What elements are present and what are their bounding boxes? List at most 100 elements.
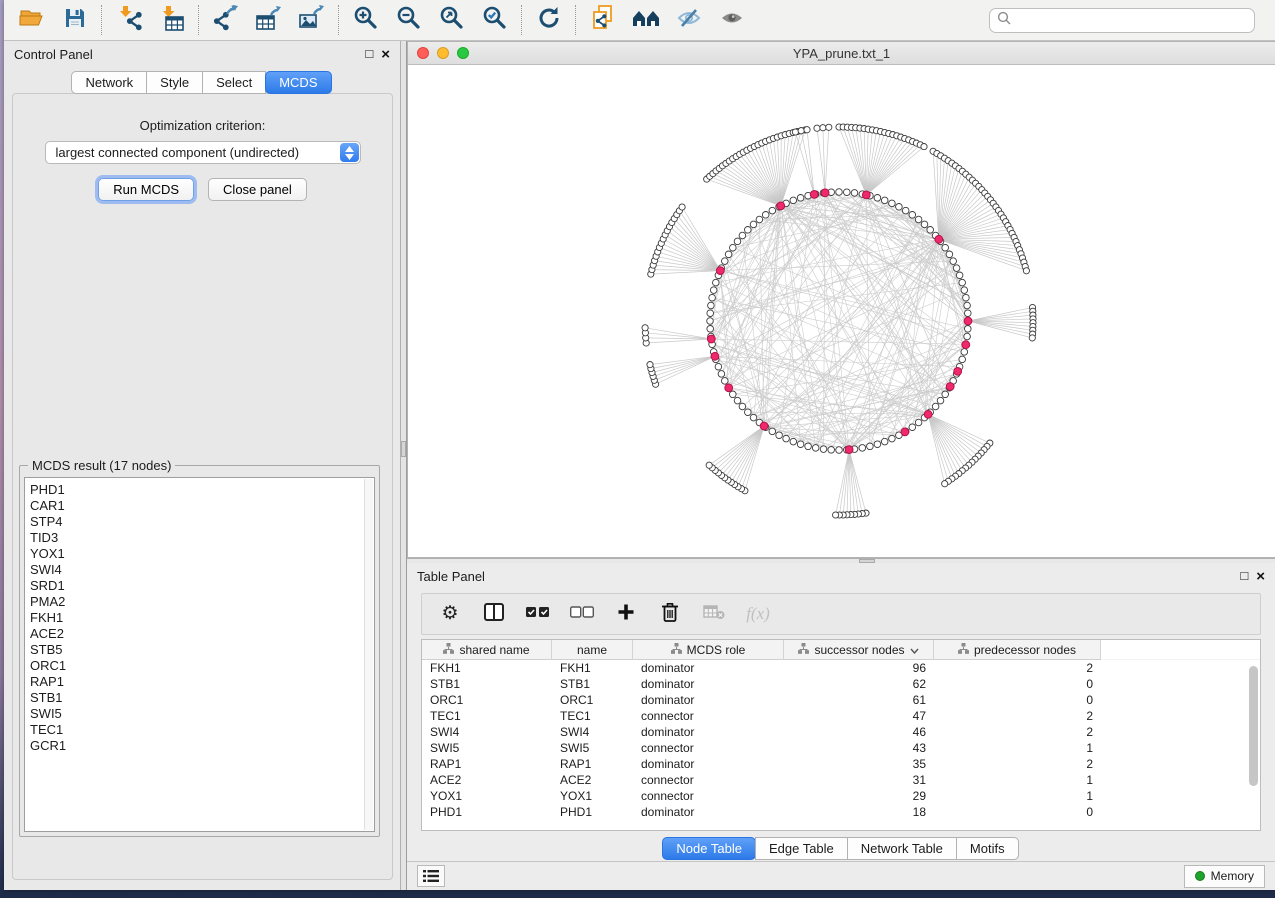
clone-network-button[interactable] (581, 3, 624, 37)
mcds-result-item[interactable]: YOX1 (30, 546, 374, 562)
mcds-result-item[interactable]: ACE2 (30, 626, 374, 642)
export-network-icon (212, 5, 239, 36)
network-graph[interactable] (408, 65, 1275, 559)
table-row[interactable]: RAP1RAP1dominator352 (422, 756, 1260, 772)
mcds-result-item[interactable]: CAR1 (30, 498, 374, 514)
table-scrollbar[interactable] (1249, 666, 1258, 786)
table-cell: 0 (934, 693, 1101, 707)
export-table-button[interactable] (247, 3, 290, 37)
tab-edge-table[interactable]: Edge Table (755, 837, 848, 860)
import-network-button[interactable] (107, 3, 150, 37)
table-cell: YOX1 (422, 789, 552, 803)
close-panel-button[interactable]: Close panel (208, 178, 307, 201)
delete-column-button[interactable] (658, 602, 682, 626)
first-neighbors-button[interactable] (624, 3, 667, 37)
clear-selection-button[interactable] (570, 602, 594, 626)
table-row[interactable]: STB1STB1dominator620 (422, 676, 1260, 692)
attribute-settings-button[interactable]: ⚙ (438, 602, 462, 626)
mcds-result-item[interactable]: PMA2 (30, 594, 374, 610)
table-body: FKH1FKH1dominator962STB1STB1dominator620… (422, 660, 1260, 820)
table-row[interactable]: TEC1TEC1connector472 (422, 708, 1260, 724)
table-row[interactable]: SWI4SWI4dominator462 (422, 724, 1260, 740)
float-panel-icon[interactable]: □ (365, 47, 373, 62)
show-all-button[interactable] (710, 3, 753, 37)
horizontal-splitter[interactable] (407, 558, 1275, 563)
tab-style[interactable]: Style (146, 71, 203, 94)
refresh-view-button[interactable] (527, 3, 570, 37)
close-table-panel-icon[interactable]: × (1256, 569, 1265, 584)
mcds-result-item[interactable]: RAP1 (30, 674, 374, 690)
zoom-fit-button[interactable] (430, 3, 473, 37)
memory-button[interactable]: Memory (1184, 865, 1265, 888)
vertical-splitter[interactable] (400, 41, 407, 890)
run-mcds-button[interactable]: Run MCDS (98, 178, 194, 201)
shared-column-icon (798, 643, 809, 657)
mcds-result-item[interactable]: TEC1 (30, 722, 374, 738)
mcds-result-item[interactable]: STP4 (30, 514, 374, 530)
mcds-result-item[interactable]: SRD1 (30, 578, 374, 594)
table-row[interactable]: ORC1ORC1dominator610 (422, 692, 1260, 708)
float-table-panel-icon[interactable]: □ (1240, 569, 1248, 584)
toolbar-separator (338, 5, 339, 35)
table-cell: RAP1 (552, 757, 633, 771)
mcds-result-item[interactable]: STB1 (30, 690, 374, 706)
mcds-result-item[interactable]: PHD1 (30, 482, 374, 498)
add-column-button[interactable] (614, 602, 638, 626)
zoom-out-button[interactable] (387, 3, 430, 37)
column-header-MCDS-role[interactable]: MCDS role (633, 640, 784, 660)
network-canvas[interactable] (408, 65, 1275, 557)
table-row[interactable]: FKH1FKH1dominator962 (422, 660, 1260, 676)
select-all-rows-button[interactable] (526, 602, 550, 626)
mcds-result-item[interactable]: TID3 (30, 530, 374, 546)
table-row[interactable]: SWI5SWI5connector431 (422, 740, 1260, 756)
toolbar-separator (101, 5, 102, 35)
mcds-result-item[interactable]: ORC1 (30, 658, 374, 674)
mcds-result-item[interactable]: SWI4 (30, 562, 374, 578)
table-cell: PHD1 (422, 805, 552, 819)
mcds-result-item[interactable]: FKH1 (30, 610, 374, 626)
table-row[interactable]: YOX1YOX1connector291 (422, 788, 1260, 804)
column-header-name[interactable]: name (552, 640, 633, 660)
table-cell: 0 (934, 805, 1101, 819)
tab-motifs[interactable]: Motifs (956, 837, 1019, 860)
import-table-button[interactable] (150, 3, 193, 37)
column-header-shared-name[interactable]: shared name (422, 640, 552, 660)
sort-chevron-icon[interactable] (910, 643, 919, 657)
zoom-out-icon (396, 5, 421, 35)
mcds-result-item[interactable]: SWI5 (30, 706, 374, 722)
column-header-predecessor-nodes[interactable]: predecessor nodes (934, 640, 1101, 660)
search-input[interactable] (1016, 13, 1247, 28)
task-history-button[interactable] (417, 865, 445, 887)
network-title: YPA_prune.txt_1 (408, 46, 1275, 61)
zoom-selected-button[interactable] (473, 3, 516, 37)
open-file-button[interactable] (10, 3, 53, 37)
mcds-result-list[interactable]: PHD1CAR1STP4TID3YOX1SWI4SRD1PMA2FKH1ACE2… (24, 477, 375, 832)
horizontal-splitter-handle[interactable] (859, 559, 875, 563)
tab-select[interactable]: Select (202, 71, 266, 94)
table-row[interactable]: ACE2ACE2connector311 (422, 772, 1260, 788)
column-header-successor-nodes[interactable]: successor nodes (784, 640, 934, 660)
tab-network-table[interactable]: Network Table (847, 837, 957, 860)
mcds-result-item[interactable]: STB5 (30, 642, 374, 658)
show-columns-button[interactable] (482, 602, 506, 626)
table-cell: SWI4 (552, 725, 633, 739)
vertical-splitter-handle[interactable] (401, 441, 406, 457)
mcds-result-item[interactable]: GCR1 (30, 738, 374, 754)
hide-selected-button[interactable] (667, 3, 710, 37)
export-image-button[interactable] (290, 3, 333, 37)
attribute-settings-icon: ⚙ (441, 604, 458, 624)
tab-node-table[interactable]: Node Table (662, 837, 756, 860)
table-row[interactable]: PHD1PHD1dominator180 (422, 804, 1260, 820)
export-network-button[interactable] (204, 3, 247, 37)
search-box[interactable] (989, 8, 1255, 33)
table-cell: 61 (784, 693, 934, 707)
tab-mcds[interactable]: MCDS (265, 71, 331, 94)
close-panel-icon[interactable]: × (381, 47, 390, 62)
zoom-in-button[interactable] (344, 3, 387, 37)
save-session-button[interactable] (53, 3, 96, 37)
criterion-value: largest connected component (undirected) (56, 145, 300, 160)
tab-network[interactable]: Network (71, 71, 147, 94)
criterion-dropdown[interactable]: largest connected component (undirected) (45, 141, 361, 164)
network-titlebar[interactable]: YPA_prune.txt_1 (408, 42, 1275, 65)
mcds-list-scrollbar[interactable] (364, 479, 373, 830)
